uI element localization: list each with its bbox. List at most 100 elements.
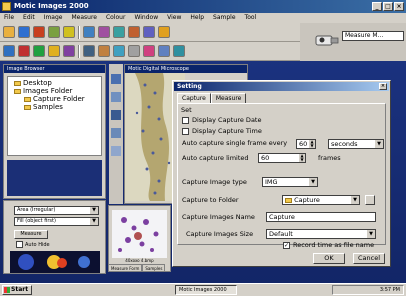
tree-item-desktop[interactable]: Desktop xyxy=(10,79,99,87)
measure-type-select[interactable]: Area (Irregular) ▼ xyxy=(14,206,99,215)
menu-measure[interactable]: Measure xyxy=(71,13,97,23)
toolbar-tool-icon[interactable] xyxy=(98,26,110,38)
menu-view[interactable]: View xyxy=(167,13,181,23)
dialog-title: Setting × xyxy=(174,82,389,91)
frames-label: frames xyxy=(318,154,341,162)
image-window-title: Motic Digital Microscope xyxy=(125,65,247,73)
toolbar-tool-icon[interactable] xyxy=(113,45,125,57)
chevron-down-icon: ▼ xyxy=(351,196,359,204)
menu-sample[interactable]: Sample xyxy=(213,13,236,23)
dialog-tabs: Capture Measure xyxy=(177,93,247,103)
toolbar-tool-icon[interactable] xyxy=(3,45,15,57)
measure-button[interactable]: Measure xyxy=(14,230,48,239)
toolbar-tool-icon[interactable] xyxy=(158,45,170,57)
menu-colour[interactable]: Colour xyxy=(106,13,125,23)
spin-icon[interactable]: ▲ ▼ xyxy=(299,154,305,162)
capture-settings-panel: Set Display Capture Date Display Capture… xyxy=(177,103,386,245)
tab-capture[interactable]: Capture xyxy=(177,93,211,103)
record-time-option[interactable]: ✓ Record time as file name xyxy=(283,241,374,249)
app-icon xyxy=(2,2,11,11)
menu-file[interactable]: File xyxy=(4,13,14,23)
toolbar-tool-icon[interactable] xyxy=(18,26,30,38)
toolbar-tool-icon[interactable] xyxy=(98,45,110,57)
image-toolbar xyxy=(0,42,300,61)
record-time-checkbox[interactable]: ✓ xyxy=(283,241,290,249)
tree-item-images-folder[interactable]: Images Folder xyxy=(10,87,99,95)
browse-folder-button[interactable] xyxy=(365,195,375,205)
app-window: Motic Images 2000 _ □ × File Edit Image … xyxy=(0,0,406,296)
autohide-option[interactable]: Auto Hide xyxy=(16,241,50,248)
tab-samples[interactable]: Samples xyxy=(142,264,166,272)
menu-image[interactable]: Image xyxy=(44,13,63,23)
display-time-option[interactable]: Display Capture Time xyxy=(182,127,262,135)
ok-button[interactable]: OK xyxy=(313,253,345,264)
start-button[interactable]: Start xyxy=(2,285,32,295)
folder-label: Capture to Folder xyxy=(182,196,239,204)
section-label: Set xyxy=(181,106,192,114)
autohide-checkbox[interactable] xyxy=(16,241,23,248)
toolbar-separator xyxy=(78,44,80,58)
menu-edit[interactable]: Edit xyxy=(23,13,35,23)
dialog-close-button[interactable]: × xyxy=(379,83,387,90)
menu-tool[interactable]: Tool xyxy=(245,13,257,23)
toolbar-tool-icon[interactable] xyxy=(143,45,155,57)
tree-item-samples[interactable]: Samples xyxy=(10,103,99,111)
auto-single-input[interactable]: 60 ▲ ▼ xyxy=(296,139,316,149)
settings-dialog: Setting × Capture Measure Set Display Ca… xyxy=(172,80,391,267)
display-time-checkbox[interactable] xyxy=(182,127,189,135)
measure-mode-box[interactable]: Measure M... xyxy=(342,31,404,41)
minimize-button[interactable]: _ xyxy=(372,2,382,11)
folder-select[interactable]: Capture ▼ xyxy=(282,195,360,205)
spin-icon[interactable]: ▲ ▼ xyxy=(309,140,315,148)
cancel-button[interactable]: Cancel xyxy=(353,253,385,264)
toolbar-tool-icon[interactable] xyxy=(3,26,15,38)
main-toolbar xyxy=(0,23,300,42)
maximize-button[interactable]: □ xyxy=(383,2,393,11)
system-tray: 3:57 PM xyxy=(332,285,404,295)
images-name-input[interactable]: Capture xyxy=(266,212,376,222)
toolbar-tool-icon[interactable] xyxy=(158,26,170,38)
side-tool-icons[interactable] xyxy=(110,70,122,200)
tree-item-capture-folder[interactable]: Capture Folder xyxy=(10,95,99,103)
display-date-option[interactable]: Display Capture Date xyxy=(182,116,261,124)
auto-single-unit-select[interactable]: seconds ▼ xyxy=(328,139,384,149)
toolbar-tool-icon[interactable] xyxy=(128,45,140,57)
title-bar: Motic Images 2000 _ □ × xyxy=(0,0,406,13)
thumbnail-image[interactable] xyxy=(112,210,167,258)
toolbar-tool-icon[interactable] xyxy=(48,26,60,38)
file-list-area[interactable] xyxy=(7,160,102,196)
toolbar-tool-icon[interactable] xyxy=(18,45,30,57)
app-title: Motic Images 2000 xyxy=(14,2,89,10)
chevron-down-icon: ▼ xyxy=(375,140,383,148)
toolbar-tool-icon[interactable] xyxy=(83,26,95,38)
folder-icon xyxy=(285,197,292,203)
toolbar-tool-icon[interactable] xyxy=(128,26,140,38)
toolbar-tool-icon[interactable] xyxy=(173,45,185,57)
fill-mode-select[interactable]: Fill (object first) ▼ xyxy=(14,217,99,226)
auto-limited-input[interactable]: 60 ▲ ▼ xyxy=(258,153,306,163)
menu-window[interactable]: Window xyxy=(134,13,158,23)
toolbar-tool-icon[interactable] xyxy=(63,26,75,38)
toolbar-tool-icon[interactable] xyxy=(33,26,45,38)
camera-icon[interactable] xyxy=(314,30,340,50)
folder-icon xyxy=(14,80,21,86)
toolbar-tool-icon[interactable] xyxy=(48,45,60,57)
toolbar-tool-icon[interactable] xyxy=(143,26,155,38)
taskbar-item-motic[interactable]: Motic Images 2000 xyxy=(175,285,237,295)
menu-help[interactable]: Help xyxy=(190,13,204,23)
toolbar-tool-icon[interactable] xyxy=(33,45,45,57)
chevron-down-icon: ▼ xyxy=(90,218,98,225)
images-size-select[interactable]: Default ▼ xyxy=(266,229,376,239)
browser-title: Image Browser xyxy=(4,65,105,73)
toolbar-tool-icon[interactable] xyxy=(63,45,75,57)
toolbar-tool-icon[interactable] xyxy=(83,45,95,57)
tab-measure[interactable]: Measure xyxy=(210,93,247,103)
close-button[interactable]: × xyxy=(394,2,404,11)
image-type-select[interactable]: IMG ▼ xyxy=(262,177,318,187)
image-type-label: Capture Image type xyxy=(182,178,247,186)
toolbar-tool-icon[interactable] xyxy=(113,26,125,38)
image-browser-panel: Image Browser Desktop Images Folder Capt… xyxy=(3,64,106,199)
tab-measure-form[interactable]: Measure Form xyxy=(108,264,143,272)
chevron-down-icon: ▼ xyxy=(90,207,98,214)
display-date-checkbox[interactable] xyxy=(182,116,189,124)
